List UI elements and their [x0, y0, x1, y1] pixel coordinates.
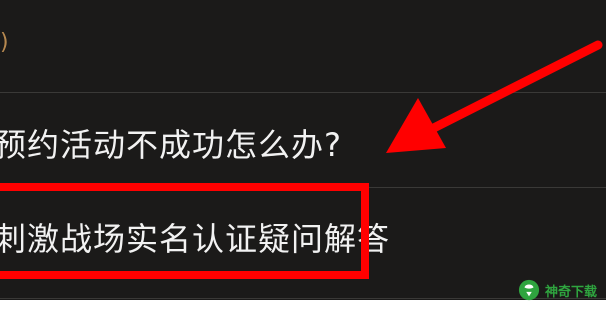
- watermark-text: 神奇下载: [545, 284, 598, 300]
- watermark-icon: [518, 279, 540, 301]
- watermark-logo: 神奇下载: [518, 275, 611, 305]
- screenshot-frame: ) 预约活动不成功怎么办? 刺激战场实名认证疑问解答: [0, 0, 606, 300]
- annotation-arrow: [386, 40, 603, 153]
